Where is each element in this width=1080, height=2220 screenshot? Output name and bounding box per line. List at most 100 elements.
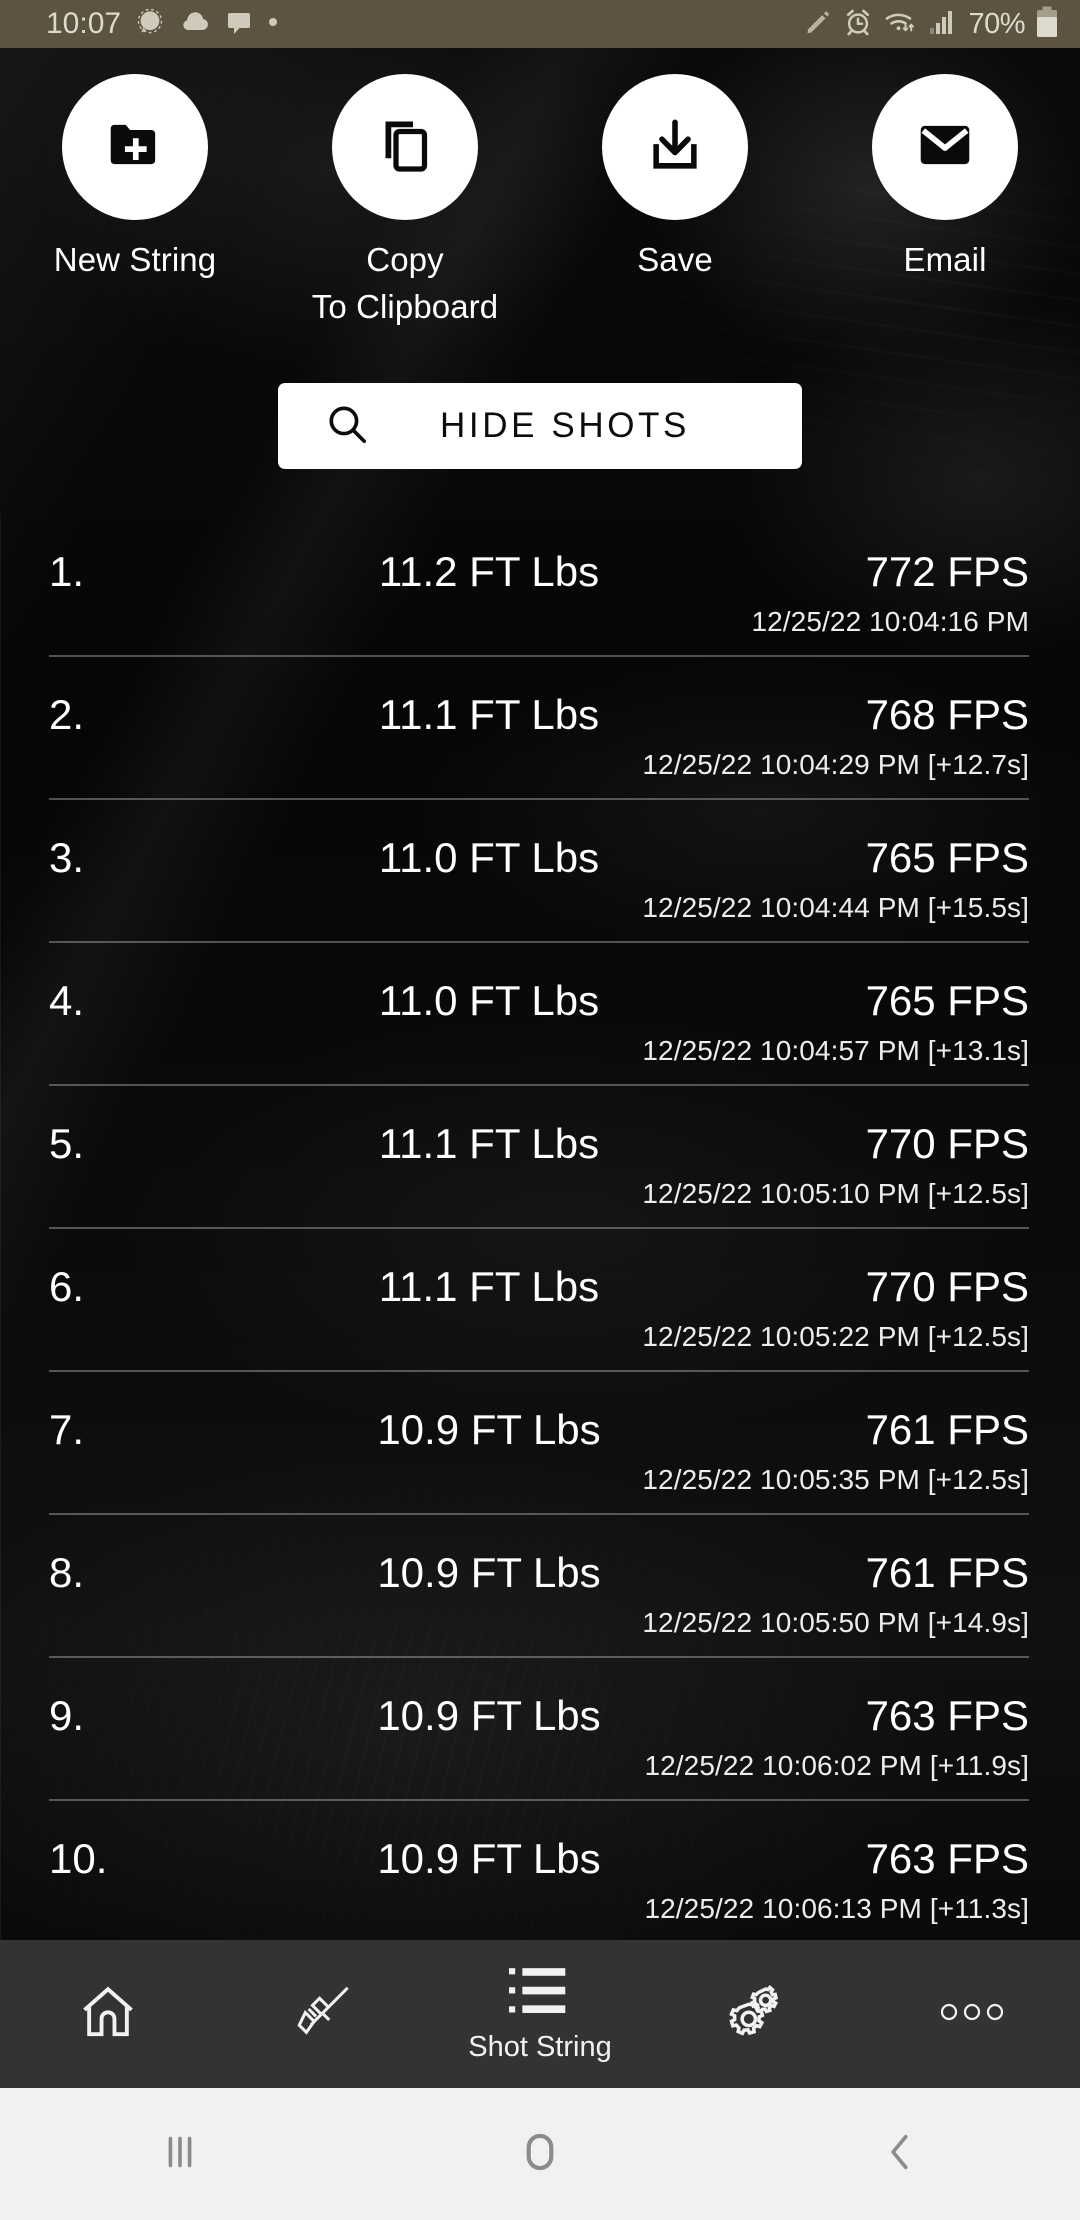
status-bar-right: 70% — [804, 6, 1058, 43]
home-circle-icon — [515, 2127, 565, 2182]
shot-velocity: 770 FPS — [865, 1263, 1029, 1310]
shot-timestamp: 12/25/22 10:04:16 PM — [751, 606, 1029, 637]
shot-row[interactable]: 10. 10.9 FT Lbs 763 FPS 12/25/22 10:06:1… — [0, 1801, 1080, 1944]
more-dots-icon — [937, 2000, 1007, 2029]
back-button[interactable] — [720, 2129, 1080, 2180]
shot-timestamp: 12/25/22 10:06:13 PM [+11.3s] — [644, 1893, 1029, 1924]
battery-icon — [1036, 6, 1058, 43]
shot-velocity: 761 FPS — [865, 1406, 1029, 1453]
back-icon — [877, 2129, 923, 2180]
shot-timestamp: 12/25/22 10:04:44 PM [+15.5s] — [642, 892, 1029, 923]
shot-index: 8. — [49, 1549, 85, 1596]
shot-row-primary: 10. 10.9 FT Lbs 763 FPS — [49, 1835, 1029, 1883]
shot-row-primary: 6. 11.1 FT Lbs 770 FPS — [49, 1263, 1029, 1311]
rifle-icon — [291, 1979, 357, 2050]
shot-timestamp: 12/25/22 10:05:22 PM [+12.5s] — [642, 1321, 1029, 1352]
shot-timestamp: 12/25/22 10:06:02 PM [+11.9s] — [644, 1750, 1029, 1781]
copy-to-clipboard-button-circle[interactable] — [332, 74, 478, 220]
wifi-icon — [884, 8, 918, 41]
tab-home[interactable] — [0, 1940, 216, 2088]
shot-index: 6. — [49, 1263, 85, 1310]
tab-rifle[interactable] — [216, 1940, 432, 2088]
shot-energy: 10.9 FT Lbs — [377, 1835, 601, 1882]
alarm-clock-icon — [843, 7, 873, 42]
shot-index: 9. — [49, 1692, 85, 1739]
shot-energy: 10.9 FT Lbs — [377, 1406, 601, 1453]
tab-shot-string[interactable]: Shot String — [432, 1940, 648, 2088]
battery-percentage: 70% — [968, 7, 1025, 40]
signal-messenger-icon — [135, 7, 165, 42]
hide-shots-button[interactable]: HIDE SHOTS — [278, 383, 802, 469]
new-folder-icon — [104, 114, 166, 181]
shot-velocity: 768 FPS — [865, 691, 1029, 738]
home-button[interactable] — [360, 2127, 720, 2182]
shot-energy: 10.9 FT Lbs — [377, 1692, 601, 1739]
shot-energy: 11.1 FT Lbs — [378, 1263, 600, 1310]
new-string-button-circle[interactable] — [62, 74, 208, 220]
email-button[interactable]: Email — [810, 74, 1080, 330]
envelope-icon — [914, 114, 976, 181]
copy-icon — [375, 115, 435, 180]
shot-velocity: 761 FPS — [865, 1549, 1029, 1596]
shot-row-primary: 3. 11.0 FT Lbs 765 FPS — [49, 834, 1029, 882]
shot-index: 2. — [49, 691, 85, 738]
new-string-button-label: New String — [53, 241, 217, 278]
shot-row-primary: 5. 11.1 FT Lbs 770 FPS — [49, 1120, 1029, 1168]
status-bar: 10:07 70% — [0, 0, 1080, 48]
shot-row[interactable]: 4. 11.0 FT Lbs 765 FPS 12/25/22 10:04:57… — [0, 943, 1080, 1086]
shot-velocity: 763 FPS — [865, 1835, 1029, 1882]
hide-shots-button-label: HIDE SHOTS — [440, 406, 690, 445]
shot-row[interactable]: 2. 11.1 FT Lbs 768 FPS 12/25/22 10:04:29… — [0, 657, 1080, 800]
shot-timestamp: 12/25/22 10:05:10 PM [+12.5s] — [642, 1178, 1029, 1209]
shot-row-primary: 4. 11.0 FT Lbs 765 FPS — [49, 977, 1029, 1025]
shot-velocity: 770 FPS — [865, 1120, 1029, 1167]
shot-row[interactable]: 3. 11.0 FT Lbs 765 FPS 12/25/22 10:04:44… — [0, 800, 1080, 943]
shot-row-primary: 2. 11.1 FT Lbs 768 FPS — [49, 691, 1029, 739]
dot-icon — [267, 15, 279, 33]
recents-button[interactable] — [0, 2129, 360, 2180]
save-button[interactable]: Save — [540, 74, 810, 330]
cloud-icon — [179, 10, 211, 39]
shot-energy: 11.0 FT Lbs — [378, 834, 600, 881]
shot-timestamp: 12/25/22 10:04:57 PM [+13.1s] — [642, 1035, 1029, 1066]
shot-row[interactable]: 5. 11.1 FT Lbs 770 FPS 12/25/22 10:05:10… — [0, 1086, 1080, 1229]
android-navigation-bar — [0, 2088, 1080, 2220]
shot-timestamp: 12/25/22 10:05:50 PM [+14.9s] — [642, 1607, 1029, 1638]
shot-index: 10. — [49, 1835, 108, 1882]
shot-row-primary: 7. 10.9 FT Lbs 761 FPS — [49, 1406, 1029, 1454]
shot-timestamp: 12/25/22 10:05:35 PM [+12.5s] — [642, 1464, 1029, 1495]
shot-velocity: 765 FPS — [865, 977, 1029, 1024]
shot-row[interactable]: 6. 11.1 FT Lbs 770 FPS 12/25/22 10:05:22… — [0, 1229, 1080, 1372]
download-icon — [646, 116, 704, 179]
copy-to-clipboard-button-label: Copy To Clipboard — [311, 241, 499, 325]
shot-timestamp: 12/25/22 10:04:29 PM [+12.7s] — [642, 749, 1029, 780]
shot-index: 4. — [49, 977, 85, 1024]
bottom-tab-bar: Shot String — [0, 1940, 1080, 2088]
shot-index: 1. — [49, 548, 85, 595]
new-string-button[interactable]: New String — [0, 74, 270, 330]
shot-row-primary: 8. 10.9 FT Lbs 761 FPS — [49, 1549, 1029, 1597]
tab-more[interactable] — [864, 1940, 1080, 2088]
email-button-label: Email — [903, 241, 987, 278]
shot-energy: 11.2 FT Lbs — [378, 548, 600, 595]
shot-row-primary: 9. 10.9 FT Lbs 763 FPS — [49, 1692, 1029, 1740]
shot-row[interactable]: 9. 10.9 FT Lbs 763 FPS 12/25/22 10:06:02… — [0, 1658, 1080, 1801]
shot-row[interactable]: 7. 10.9 FT Lbs 761 FPS 12/25/22 10:05:35… — [0, 1372, 1080, 1515]
app-background: New String Copy To Clipboard Save Email … — [0, 48, 1080, 1988]
tab-shot-string-label: Shot String — [468, 2031, 612, 2063]
shot-energy: 11.0 FT Lbs — [378, 977, 600, 1024]
save-button-circle[interactable] — [602, 74, 748, 220]
tab-settings[interactable] — [648, 1940, 864, 2088]
copy-to-clipboard-button[interactable]: Copy To Clipboard — [270, 74, 540, 330]
shot-energy: 10.9 FT Lbs — [377, 1549, 601, 1596]
shot-list[interactable]: 1. 11.2 FT Lbs 772 FPS 12/25/22 10:04:16… — [0, 514, 1080, 1988]
shot-row[interactable]: 1. 11.2 FT Lbs 772 FPS 12/25/22 10:04:16… — [0, 514, 1080, 657]
email-button-circle[interactable] — [872, 74, 1018, 220]
cellular-signal-icon — [929, 9, 957, 40]
shot-velocity: 772 FPS — [865, 548, 1029, 595]
shot-energy: 11.1 FT Lbs — [378, 691, 600, 738]
search-icon — [324, 401, 370, 452]
shot-row[interactable]: 8. 10.9 FT Lbs 761 FPS 12/25/22 10:05:50… — [0, 1515, 1080, 1658]
pencil-icon — [804, 8, 832, 41]
shot-row-primary: 1. 11.2 FT Lbs 772 FPS — [49, 548, 1029, 596]
